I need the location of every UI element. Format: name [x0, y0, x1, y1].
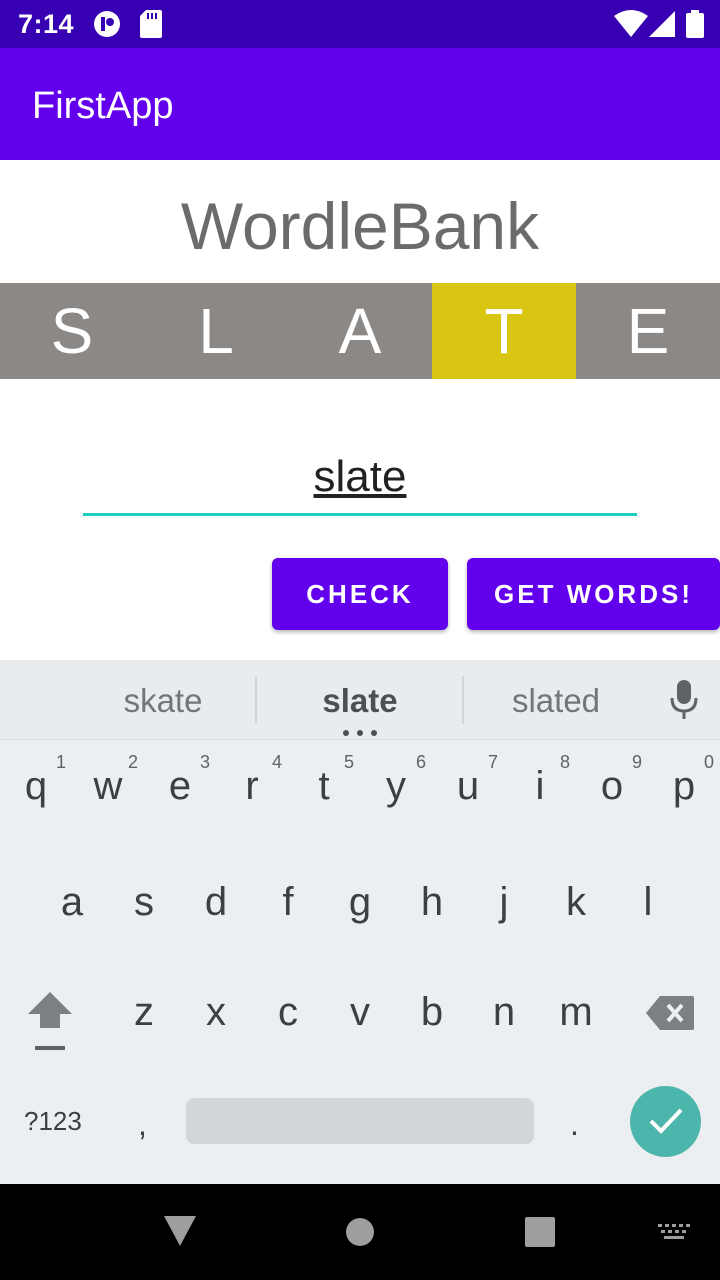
shift-key-icon[interactable] [26, 990, 74, 1057]
recents-icon[interactable] [525, 1217, 555, 1252]
key-n[interactable]: n [468, 970, 540, 1070]
key-t[interactable]: 5t [288, 750, 360, 850]
key-q[interactable]: 1q [0, 750, 72, 850]
suggestion-right[interactable]: slated [456, 682, 656, 720]
letter-tile: T [432, 283, 576, 379]
key-r[interactable]: 4r [216, 750, 288, 850]
suggestion-divider [255, 676, 257, 724]
letter-tiles: S L A T E [0, 283, 720, 379]
keyboard-switch-icon[interactable] [658, 1224, 690, 1247]
status-bar: 7:14 [0, 0, 720, 48]
comma-key[interactable]: , [138, 1106, 147, 1143]
key-h[interactable]: h [396, 860, 468, 960]
key-v[interactable]: v [324, 970, 396, 1070]
key-w[interactable]: 2w [72, 750, 144, 850]
home-icon[interactable] [346, 1218, 374, 1251]
key-j[interactable]: j [468, 860, 540, 960]
navigation-bar [0, 1184, 720, 1280]
key-x[interactable]: x [180, 970, 252, 1070]
battery-icon [686, 10, 704, 43]
get-words-button[interactable]: GET WORDS! [467, 558, 720, 630]
more-suggestions-icon[interactable] [343, 730, 377, 736]
word-input[interactable] [83, 440, 637, 516]
backspace-icon[interactable] [646, 996, 694, 1035]
soft-keyboard: skate slate slated 1q 2w 3e 4r 5t 6y 7u … [0, 660, 720, 1184]
letter-tile: A [288, 283, 432, 379]
enter-key[interactable] [630, 1086, 701, 1157]
sd-card-icon [140, 10, 162, 43]
key-b[interactable]: b [396, 970, 468, 1070]
notification-icon [93, 10, 121, 43]
signal-icon [648, 10, 676, 43]
suggestion-bar: skate slate slated [0, 660, 720, 740]
back-icon[interactable] [164, 1216, 196, 1251]
letter-tile: E [576, 283, 720, 379]
app-bar: FirstApp [0, 48, 720, 160]
checkmark-icon [648, 1106, 684, 1141]
period-key[interactable]: . [570, 1106, 579, 1143]
letter-tile: S [0, 283, 144, 379]
wifi-icon [614, 10, 648, 43]
key-s[interactable]: s [108, 860, 180, 960]
space-key[interactable] [186, 1098, 534, 1144]
symbols-key[interactable]: ?123 [24, 1106, 82, 1137]
key-o[interactable]: 9o [576, 750, 648, 850]
suggestion-center[interactable]: slate [260, 682, 460, 720]
status-time: 7:14 [18, 9, 75, 39]
microphone-icon[interactable] [668, 680, 700, 725]
key-u[interactable]: 7u [432, 750, 504, 850]
key-k[interactable]: k [540, 860, 612, 960]
key-g[interactable]: g [324, 860, 396, 960]
suggestion-left[interactable]: skate [63, 682, 263, 720]
letter-tile: L [144, 283, 288, 379]
key-f[interactable]: f [252, 860, 324, 960]
headline: WordleBank [180, 189, 540, 263]
key-c[interactable]: c [252, 970, 324, 1070]
key-m[interactable]: m [540, 970, 612, 1070]
key-i[interactable]: 8i [504, 750, 576, 850]
key-a[interactable]: a [36, 860, 108, 960]
key-z[interactable]: z [108, 970, 180, 1070]
key-e[interactable]: 3e [144, 750, 216, 850]
app-title: FirstApp [32, 85, 174, 127]
key-l[interactable]: l [612, 860, 684, 960]
key-p[interactable]: 0p [648, 750, 720, 850]
key-d[interactable]: d [180, 860, 252, 960]
key-y[interactable]: 6y [360, 750, 432, 850]
check-button[interactable]: CHECK [272, 558, 448, 630]
